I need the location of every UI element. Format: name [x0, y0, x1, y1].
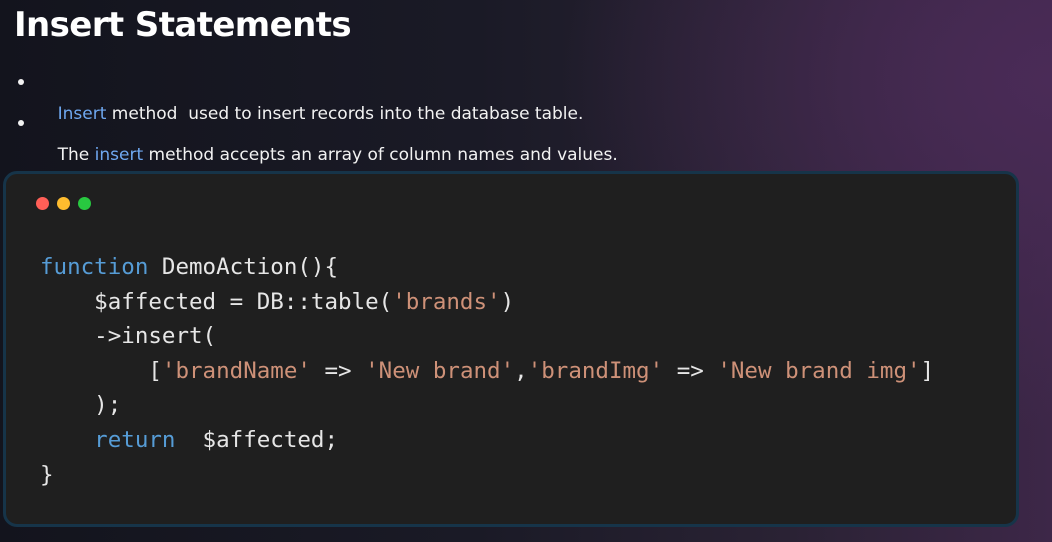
code-window: function DemoAction(){ $affected = DB::t…	[3, 171, 1019, 527]
bullet-list: Insert method used to insert records int…	[18, 66, 618, 165]
bullet-dot-icon	[18, 120, 24, 126]
code-string: 'brandImg'	[527, 357, 664, 384]
page-title: Insert Statements	[14, 5, 352, 45]
bullet-dot-icon	[18, 79, 24, 85]
code-text: $affected;	[175, 426, 339, 453]
code-text: ,	[514, 357, 528, 384]
code-text: =>	[663, 357, 718, 384]
code-line: );	[40, 388, 934, 423]
code-line: }	[40, 458, 934, 493]
bullet-highlight: insert	[94, 145, 144, 165]
code-line: function DemoAction(){	[40, 250, 934, 285]
code-line: ['brandName' => 'New brand','brandImg' =…	[40, 354, 934, 389]
code-text: DemoAction(){	[148, 254, 339, 280]
code-line: ->insert(	[40, 319, 934, 354]
code-string: 'New brand img'	[717, 357, 921, 384]
code-text: ]	[920, 357, 935, 384]
code-keyword: function	[40, 254, 149, 280]
code-keyword: return	[40, 426, 176, 453]
bullet-item: Insert method used to insert records int…	[18, 66, 618, 124]
code-text: [	[40, 357, 162, 384]
code-text: }	[40, 461, 54, 488]
code-line: $affected = DB::table('brands')	[40, 285, 934, 320]
code-string: 'New brand'	[365, 357, 515, 384]
code-string: 'brands'	[392, 288, 501, 315]
code-text: $affected = DB::table(	[40, 288, 393, 315]
code-line: return $affected;	[40, 423, 934, 458]
bullet-text: method accepts an array of column names …	[143, 145, 618, 165]
maximize-dot-icon	[78, 197, 91, 210]
code-string: 'brandName'	[161, 357, 311, 384]
bullet-prefix: The	[57, 145, 95, 165]
code-block: function DemoAction(){ $affected = DB::t…	[40, 250, 934, 492]
window-controls	[36, 197, 91, 210]
code-text: );	[40, 392, 122, 419]
code-text: =>	[310, 357, 366, 384]
bullet-item: The insert method accepts an array of co…	[18, 107, 618, 165]
code-text: ->insert(	[40, 323, 217, 350]
close-dot-icon	[36, 197, 49, 210]
code-text: )	[500, 288, 515, 315]
minimize-dot-icon	[57, 197, 70, 210]
